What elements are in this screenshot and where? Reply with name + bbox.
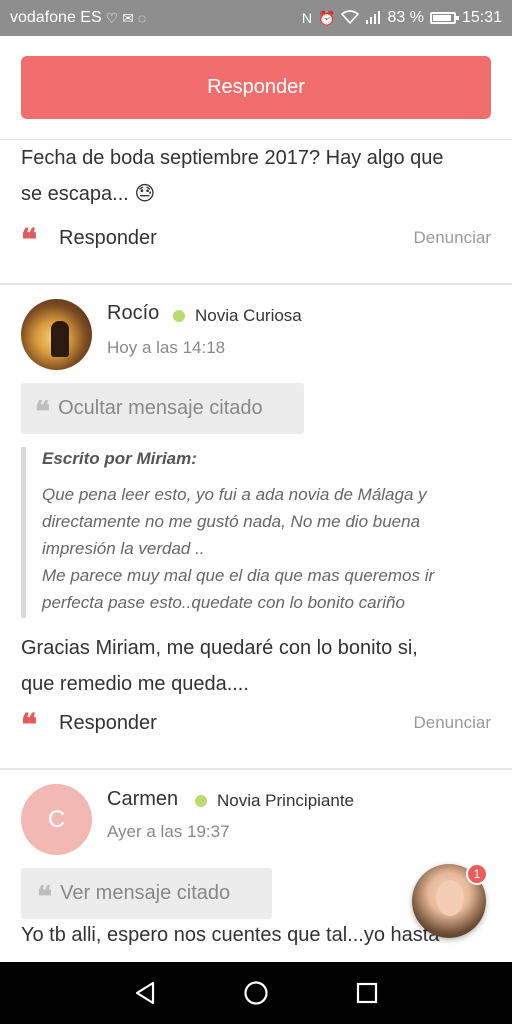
whatsapp-icon: ◌: [137, 10, 147, 26]
quote-author: Escrito por Miriam:: [42, 449, 197, 468]
user-badge: Novia Curiosa: [173, 306, 302, 326]
divider: [0, 283, 512, 285]
battery-icon: [429, 12, 459, 24]
status-bar: vodafone ES ♡ ✉ ◌ N ⏰ 83 % 15:31: [0, 0, 512, 36]
post-time: Hoy a las 14:18: [107, 338, 226, 357]
carrier-label: vodafone ES: [10, 9, 102, 26]
recent-square-icon[interactable]: [352, 978, 382, 1008]
respond-button[interactable]: Responder: [21, 56, 491, 119]
quote-icon: ❝: [35, 397, 51, 420]
quote-icon: ❝: [37, 882, 53, 905]
chat-avatar-face: [436, 880, 464, 916]
quote-text: Que pena leer esto, yo fui a ada novia d…: [42, 485, 435, 612]
post-tail: Fecha de boda septiembre 2017? Hay algo …: [0, 140, 512, 284]
post-text-line-2: que remedio me queda....: [21, 673, 249, 695]
username[interactable]: Rocío: [107, 302, 159, 325]
post-text-line: Fecha de boda septiembre 2017? Hay algo …: [21, 147, 444, 169]
wifi-icon: [341, 10, 360, 26]
reply-link[interactable]: Responder: [59, 227, 157, 250]
username[interactable]: Carmen: [107, 788, 178, 811]
user-badge: Novia Principiante: [195, 791, 354, 811]
post-text-line-2: se escapa... 😓: [21, 183, 156, 205]
post-time: Ayer a las 19:37: [107, 822, 230, 841]
heart-icon: ♡: [105, 10, 119, 26]
badge-dot-icon: [173, 310, 185, 322]
post-text-line: Gracias Miriam, me quedaré con lo bonito…: [21, 637, 418, 659]
post-actions: ❝ Responder Denunciar: [21, 711, 491, 735]
home-circle-icon[interactable]: [241, 978, 271, 1008]
floating-chat-button[interactable]: 1: [412, 863, 488, 938]
quote-icon: ❝: [21, 711, 38, 735]
back-triangle-icon[interactable]: [130, 978, 160, 1008]
post-body: Gracias Miriam, me quedaré con lo bonito…: [21, 630, 491, 702]
post-text-line-2: mediados de agosto nada: [21, 953, 491, 962]
quoted-message: Escrito por Miriam: Que pena leer esto, …: [21, 447, 491, 618]
avatar[interactable]: C: [21, 784, 92, 855]
post-actions: ❝ Responder Denunciar: [21, 226, 491, 250]
battery-percent: 83 %: [387, 9, 424, 26]
divider: [0, 768, 512, 770]
nfc-icon: N: [301, 10, 313, 26]
alarm-icon: ⏰: [318, 10, 336, 26]
notification-count-badge: 1: [466, 863, 488, 885]
badge-dot-icon: [195, 795, 207, 807]
sweat-emoji-icon: 😓: [134, 183, 156, 205]
quote-icon: ❝: [21, 226, 38, 250]
mail-icon: ✉: [122, 10, 134, 26]
signal-icon: [365, 10, 381, 26]
avatar[interactable]: [21, 299, 92, 370]
show-quote-button[interactable]: ❝ Ver mensaje citado: [21, 868, 272, 919]
system-nav-bar: [0, 962, 512, 1024]
clock: 15:31: [461, 9, 502, 26]
report-link[interactable]: Denunciar: [414, 228, 492, 248]
report-link[interactable]: Denunciar: [414, 713, 492, 733]
hide-quote-button[interactable]: ❝ Ocultar mensaje citado: [21, 383, 304, 434]
reply-link[interactable]: Responder: [59, 712, 157, 735]
avatar-silhouette: [51, 321, 69, 357]
respond-bar: Responder: [0, 36, 512, 140]
